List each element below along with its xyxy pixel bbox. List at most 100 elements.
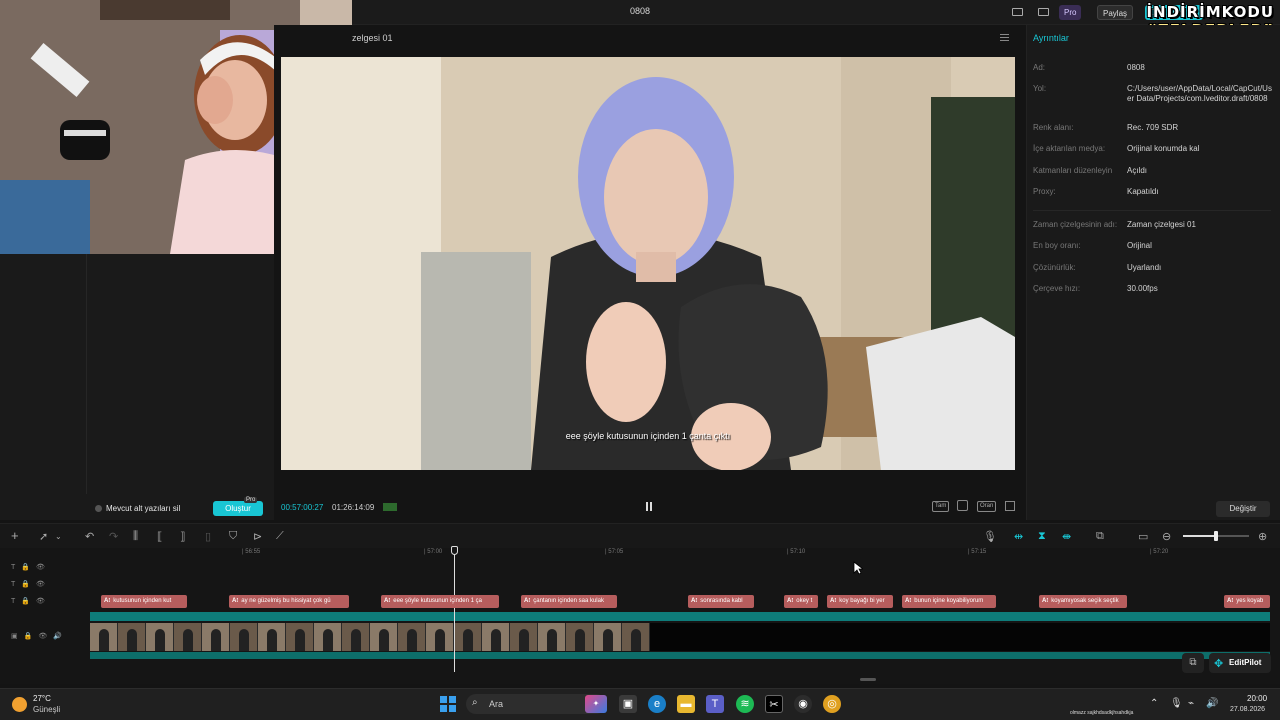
- media-panel: [0, 254, 274, 520]
- player-menu-icon[interactable]: [1000, 34, 1009, 41]
- video-clip-thumbnails[interactable]: [90, 623, 650, 651]
- trim-left-icon[interactable]: ⟦: [157, 530, 162, 543]
- volume-icon[interactable]: 🔊: [1206, 698, 1218, 709]
- text-clip-icon: A⁝: [905, 598, 912, 604]
- video-thumbnail: [370, 623, 398, 651]
- create-button[interactable]: Oluştur: [213, 501, 263, 516]
- subtitle-clip[interactable]: A⁝ koyamıyosak seçik seçtik: [1039, 595, 1127, 608]
- tray-mic-icon[interactable]: 🎙: [1170, 698, 1183, 709]
- redo-icon[interactable]: ↷: [109, 530, 118, 543]
- text-clip-icon: A⁝: [691, 598, 698, 604]
- video-thumbnail: [342, 623, 370, 651]
- grid-icon[interactable]: [383, 503, 397, 511]
- zoom-in-icon[interactable]: ⊕: [1258, 530, 1267, 543]
- expand-icon[interactable]: [1005, 501, 1015, 511]
- crop-icon[interactable]: [957, 500, 968, 511]
- radio-icon[interactable]: [95, 505, 102, 512]
- trim-right-icon[interactable]: ⟧: [180, 530, 185, 543]
- caption-icon[interactable]: ▭: [1138, 530, 1148, 543]
- delete-icon[interactable]: ▯: [205, 530, 211, 543]
- subtitle-clip[interactable]: A⁝ kutusunun içinden kut: [101, 595, 187, 608]
- remove-existing-subtitles-option[interactable]: Mevcut alt yazıları sil: [95, 504, 180, 513]
- teams-icon[interactable]: T: [706, 695, 724, 713]
- weather-description[interactable]: Güneşli: [33, 705, 60, 714]
- thumbnail-figure: [267, 629, 277, 651]
- audio-track-bar[interactable]: [90, 652, 1270, 659]
- detail-label-aspect-ratio: En boy oranı:: [1033, 241, 1081, 250]
- snap-icon[interactable]: ⧗: [1038, 530, 1046, 543]
- text-clip-icon: A⁝: [830, 598, 837, 604]
- subtitle-clip[interactable]: A⁝ ay ne güzelmiş bu hissiyat çok gü: [229, 595, 349, 608]
- subtitle-clip[interactable]: A⁝ koy bayağı bi yer: [827, 595, 893, 608]
- subtitle-clip[interactable]: A⁝ bunun içine koyabiliyorum: [902, 595, 996, 608]
- thumbnail-figure: [155, 629, 165, 651]
- freeze-icon[interactable]: ⊳: [253, 530, 262, 543]
- playhead[interactable]: [454, 552, 455, 672]
- obs-icon[interactable]: ◉: [794, 695, 812, 713]
- select-tool-icon[interactable]: ➚: [39, 530, 48, 543]
- playhead-handle[interactable]: [451, 546, 458, 555]
- edge-icon[interactable]: e: [648, 695, 666, 713]
- shortcuts-icon[interactable]: [1038, 8, 1049, 16]
- thumbnail-figure: [127, 629, 137, 651]
- spotify-icon[interactable]: ≋: [736, 695, 754, 713]
- pause-button[interactable]: [645, 502, 653, 511]
- thumbnail-figure: [519, 629, 529, 651]
- magic-wand-icon[interactable]: ⟋: [276, 530, 284, 543]
- chevron-down-icon[interactable]: ⌄: [55, 532, 62, 541]
- file-explorer-icon[interactable]: ▬: [677, 695, 695, 713]
- detail-value-name: 0808: [1127, 63, 1145, 72]
- track-controls-text-2[interactable]: T🔒👁: [11, 580, 51, 588]
- microphone-icon[interactable]: 🎙: [983, 530, 997, 543]
- zoom-slider-handle[interactable]: [1214, 531, 1218, 541]
- track-controls-video[interactable]: ▣🔒👁🔊: [11, 632, 68, 640]
- video-clip-empty[interactable]: [650, 623, 1270, 651]
- windows-start-icon[interactable]: [440, 696, 456, 712]
- subtitle-clip[interactable]: A⁝ yes koyab: [1224, 595, 1270, 608]
- capcut-icon[interactable]: ✂: [765, 695, 783, 713]
- text-clip-icon: A⁝: [524, 598, 531, 604]
- track-controls-text-1[interactable]: T🔒👁: [11, 563, 51, 571]
- tab-details[interactable]: Ayrıntılar: [1033, 33, 1069, 43]
- subtitle-clip[interactable]: A⁝ eee şöyle kutusunun içinden 1 ça: [381, 595, 499, 608]
- video-thumbnail: [426, 623, 454, 651]
- network-icon[interactable]: ⌁: [1188, 698, 1194, 709]
- pro-badge[interactable]: Pro: [1059, 5, 1082, 20]
- subtitle-clip[interactable]: A⁝ çantanın içinden saa kulak: [521, 595, 617, 608]
- track-controls-text-3[interactable]: T🔒👁: [11, 597, 51, 605]
- detail-label-resolution: Çözünürlük:: [1033, 263, 1076, 272]
- video-track-bar[interactable]: [90, 612, 1270, 621]
- total-duration: 01:26:14:09: [332, 503, 375, 512]
- layout-icon[interactable]: [1012, 8, 1023, 16]
- split-screen-icon[interactable]: ⧉: [1096, 530, 1104, 543]
- subtitle-clip[interactable]: A⁝ sonrasında kabl: [688, 595, 754, 608]
- link-icon[interactable]: ⇹: [1014, 530, 1023, 543]
- subtitle-clip[interactable]: A⁝ okey t: [784, 595, 818, 608]
- sun-icon[interactable]: [12, 697, 27, 712]
- aspect-ratio-icon[interactable]: Oran: [977, 501, 997, 512]
- fullscreen-mode-icon[interactable]: Tam: [932, 501, 950, 512]
- change-button[interactable]: Değiştir: [1216, 501, 1270, 517]
- preview-axis-icon[interactable]: ⇼: [1062, 530, 1071, 543]
- video-thumbnail: [174, 623, 202, 651]
- marker-icon[interactable]: ⛉: [229, 530, 237, 543]
- split-icon[interactable]: ⫼: [133, 530, 138, 543]
- thumbnail-figure: [239, 629, 249, 651]
- timeline-scrollbar[interactable]: [860, 678, 876, 681]
- task-view-icon[interactable]: ▣: [619, 695, 637, 713]
- weather-temperature[interactable]: 27°C: [33, 694, 51, 703]
- video-preview[interactable]: [281, 57, 1015, 470]
- tray-chevron-icon[interactable]: ⌃: [1150, 698, 1158, 709]
- chrome-icon[interactable]: ◎: [823, 695, 841, 713]
- add-track-icon[interactable]: +: [11, 528, 19, 543]
- clock-date[interactable]: 27.08.2026: [1230, 706, 1265, 713]
- text-clip-icon: A⁝: [1042, 598, 1049, 604]
- clock-time[interactable]: 20:00: [1247, 694, 1267, 703]
- subtitle-clip-text: bunun içine koyabiliyorum: [914, 598, 984, 604]
- editpilot-side-button[interactable]: ⧉: [1182, 653, 1204, 673]
- share-button[interactable]: Paylaş: [1097, 5, 1134, 20]
- ruler-label: | 57:15: [968, 549, 987, 555]
- thumbnail-figure: [295, 629, 305, 651]
- undo-icon[interactable]: ↶: [85, 530, 94, 543]
- zoom-out-icon[interactable]: ⊖: [1162, 530, 1171, 543]
